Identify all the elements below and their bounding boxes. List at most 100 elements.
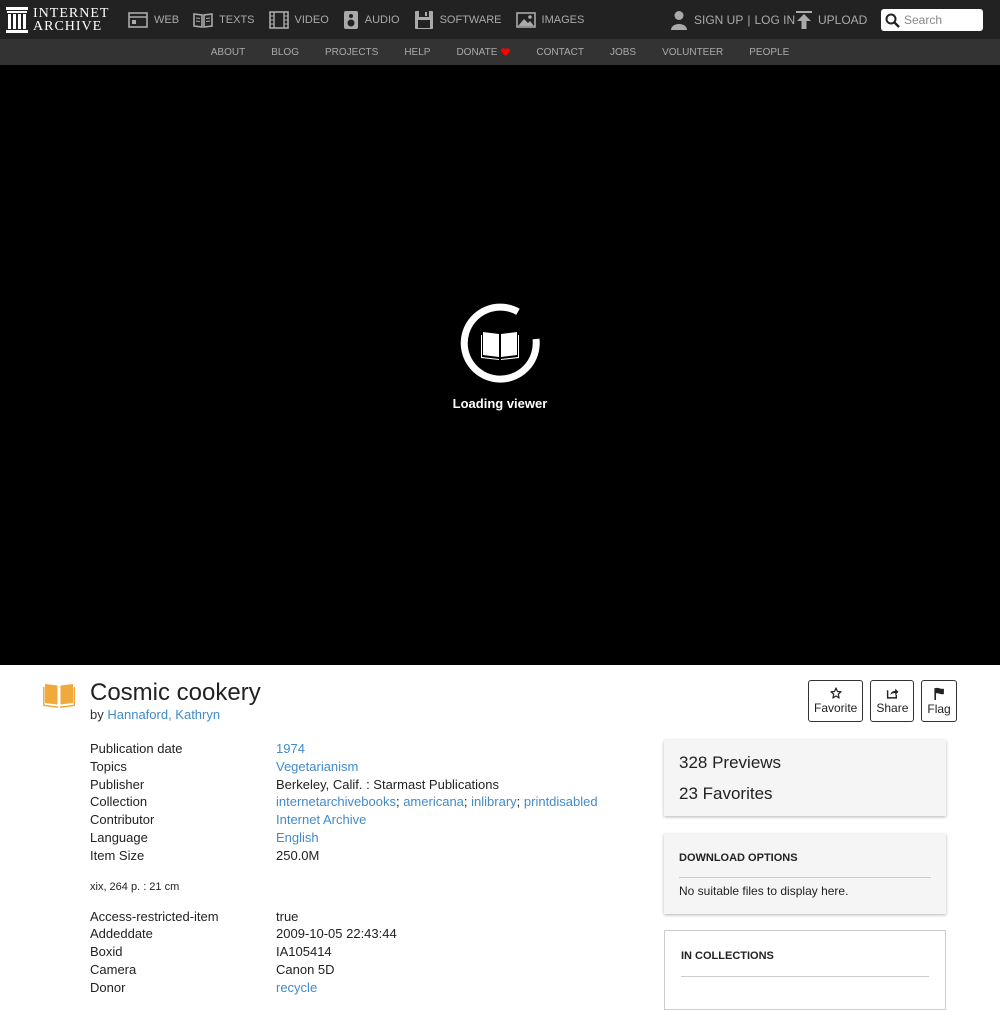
subnav-donate[interactable]: DONATE xyxy=(456,46,511,58)
download-options-heading: DOWNLOAD OPTIONS xyxy=(679,852,798,864)
subnav-contact[interactable]: CONTACT xyxy=(536,47,584,58)
subnav-projects[interactable]: PROJECTS xyxy=(325,47,378,58)
item-metadata: Publication date 1974 Topics Vegetariani… xyxy=(90,740,650,997)
donor-link[interactable]: recycle xyxy=(276,980,317,995)
in-collections-panel: IN COLLECTIONS xyxy=(664,930,946,1010)
star-icon xyxy=(830,687,842,699)
metadata-row: Publication date 1974 xyxy=(90,740,650,758)
collection-link[interactable]: inlibrary xyxy=(471,794,517,809)
subnav-about[interactable]: ABOUT xyxy=(211,47,245,58)
subnav-blog[interactable]: BLOG xyxy=(271,47,299,58)
loading-spinner-icon xyxy=(460,303,540,383)
log-in-link[interactable]: LOG IN xyxy=(754,13,795,27)
item-size-value: 250.0M xyxy=(276,847,320,863)
collection-link[interactable]: americana xyxy=(403,794,464,809)
author-link[interactable]: Hannaford, Kathryn xyxy=(107,707,220,722)
metadata-key: Addeddate xyxy=(90,926,153,942)
metadata-key: Collection xyxy=(90,794,148,810)
metadata-row: Access-restricted-item true xyxy=(90,908,650,926)
media-type-nav: WEB TEXTS VIDEO AUDIO SOFTWARE IMAGES xyxy=(128,0,598,39)
flag-icon xyxy=(934,687,944,700)
metadata-key: Contributor xyxy=(90,812,155,828)
upload-button[interactable]: UPLOAD xyxy=(796,0,867,39)
search-input[interactable] xyxy=(904,13,982,27)
metadata-row: Donor recycle xyxy=(90,979,650,997)
share-icon xyxy=(886,688,899,699)
metadata-row: Camera Canon 5D xyxy=(90,961,650,979)
subnav-help[interactable]: HELP xyxy=(404,47,430,58)
web-icon xyxy=(128,11,148,28)
audio-icon xyxy=(343,10,358,29)
search-box xyxy=(881,9,983,31)
subnav-volunteer[interactable]: VOLUNTEER xyxy=(662,47,723,58)
secondary-navigation: ABOUT BLOG PROJECTS HELP DONATE CONTACT … xyxy=(0,39,1000,65)
divider xyxy=(681,976,929,977)
metadata-key: Item Size xyxy=(90,847,145,863)
user-icon xyxy=(671,10,687,30)
subnav-people[interactable]: PEOPLE xyxy=(749,47,789,58)
metadata-key: Language xyxy=(90,829,148,845)
collection-link[interactable]: printdisabled xyxy=(524,794,598,809)
favorite-button[interactable]: Favorite xyxy=(808,680,864,722)
sign-up-link[interactable]: SIGN UP xyxy=(694,13,743,27)
boxid-value: IA105414 xyxy=(276,944,332,960)
metadata-row: Addeddate 2009-10-05 22:43:44 xyxy=(90,925,650,943)
metadata-key: Camera xyxy=(90,961,137,977)
divider xyxy=(679,877,931,878)
nav-web[interactable]: WEB xyxy=(128,11,179,28)
nav-images[interactable]: IMAGES xyxy=(515,11,584,28)
favorite-label: Favorite xyxy=(814,701,858,715)
nav-texts-label: TEXTS xyxy=(219,13,255,26)
flag-label: Flag xyxy=(927,701,951,716)
metadata-row: Publisher Berkeley, Calif. : Starmast Pu… xyxy=(90,776,650,794)
download-options-panel: DOWNLOAD OPTIONS No suitable files to di… xyxy=(664,834,946,914)
metadata-key: Access-restricted-item xyxy=(90,908,219,924)
share-label: Share xyxy=(876,701,909,715)
nav-software[interactable]: SOFTWARE xyxy=(414,10,502,30)
metadata-row: Contributor Internet Archive xyxy=(90,811,650,829)
book-viewer[interactable]: Loading viewer xyxy=(0,65,1000,665)
nav-texts[interactable]: TEXTS xyxy=(193,12,255,28)
software-icon xyxy=(414,10,433,29)
upload-label: UPLOAD xyxy=(818,12,868,27)
search-icon[interactable] xyxy=(885,13,900,28)
logo-line-2: ARCHIVE xyxy=(33,19,103,34)
metadata-row: Language English xyxy=(90,829,650,847)
publication-date-link[interactable]: 1974 xyxy=(276,741,305,756)
flag-button[interactable]: Flag xyxy=(921,680,957,722)
in-collections-heading: IN COLLECTIONS xyxy=(681,950,774,962)
internet-archive-logo[interactable]: INTERNET ARCHIVE xyxy=(6,5,109,35)
metadata-row: Topics Vegetarianism xyxy=(90,758,650,776)
auth-separator: | xyxy=(747,12,751,27)
nav-software-label: SOFTWARE xyxy=(439,13,502,26)
metadata-row: Boxid IA105414 xyxy=(90,943,650,961)
metadata-row: Item Size 250.0M xyxy=(90,847,650,865)
video-icon xyxy=(268,10,289,29)
nav-audio[interactable]: AUDIO xyxy=(343,10,400,30)
metadata-key: Publisher xyxy=(90,776,145,792)
top-navigation: INTERNET ARCHIVE WEB TEXTS VIDEO AUDIO S… xyxy=(0,0,1000,39)
contributor-link[interactable]: Internet Archive xyxy=(276,812,366,827)
texts-icon xyxy=(193,12,213,28)
user-account-area: SIGN UP | LOG IN xyxy=(670,0,795,39)
metadata-key: Topics xyxy=(90,758,127,774)
loading-viewer-text: Loading viewer xyxy=(452,396,548,411)
metadata-key: Boxid xyxy=(90,944,123,960)
item-title: Cosmic cookery xyxy=(90,679,261,706)
subnav-jobs[interactable]: JOBS xyxy=(610,47,636,58)
camera-value: Canon 5D xyxy=(276,961,335,977)
heart-icon xyxy=(501,48,511,56)
metadata-key: Publication date xyxy=(90,741,183,756)
item-stats-panel: 328 Previews 23 Favorites xyxy=(664,740,946,816)
collection-link[interactable]: internetarchivebooks xyxy=(276,794,396,809)
download-options-note: No suitable files to display here. xyxy=(679,884,849,898)
share-button[interactable]: Share xyxy=(870,680,915,722)
subnav-donate-label: DONATE xyxy=(456,46,498,58)
nav-video-label: VIDEO xyxy=(294,13,329,26)
nav-video[interactable]: VIDEO xyxy=(268,10,329,29)
physical-description: xix, 264 p. : 21 cm xyxy=(90,880,180,893)
access-restricted-value: true xyxy=(276,908,299,924)
archive-building-icon xyxy=(6,7,28,33)
topic-link[interactable]: Vegetarianism xyxy=(276,759,358,774)
language-link[interactable]: English xyxy=(276,830,319,845)
